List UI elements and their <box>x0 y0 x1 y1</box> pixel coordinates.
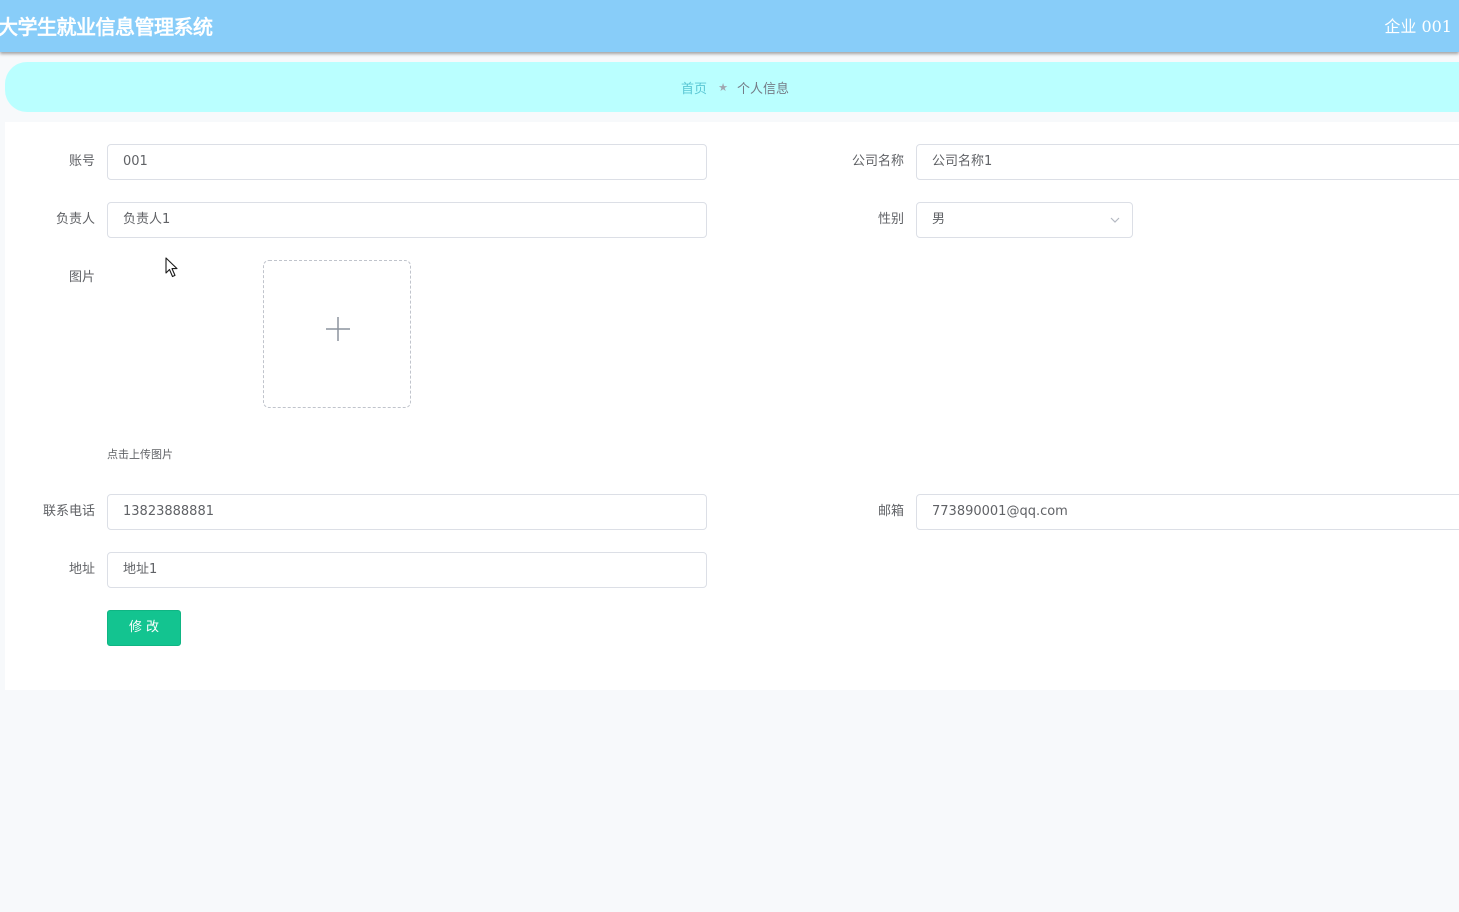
account-label: 账号 <box>68 154 95 169</box>
gender-select[interactable]: 男 <box>916 202 1133 238</box>
breadcrumb: 首页 ★ 个人信息 <box>5 62 1459 112</box>
chevron-down-icon <box>1110 217 1120 223</box>
email-input[interactable]: 773890001@qq.com <box>916 494 1459 530</box>
gender-label: 性别 <box>877 212 904 227</box>
account-input[interactable]: 001 <box>107 144 707 180</box>
mouse-pointer-icon <box>165 257 178 278</box>
manager-input[interactable]: 负责人1 <box>107 202 707 238</box>
company-name-label: 公司名称 <box>851 154 904 169</box>
app-title: 大学生就业信息管理系统 <box>0 15 213 39</box>
breadcrumb-current: 个人信息 <box>736 81 789 97</box>
current-user[interactable]: 企业 001 <box>1384 13 1452 37</box>
breadcrumb-home-link[interactable]: 首页 <box>681 78 707 97</box>
picture-label: 图片 <box>68 270 95 285</box>
top-header: 大学生就业信息管理系统 企业 001 <box>0 0 1459 52</box>
phone-input[interactable]: 13823888881 <box>107 494 707 530</box>
picture-uploader[interactable] <box>263 260 411 408</box>
plus-icon <box>326 317 350 341</box>
address-input[interactable]: 地址1 <box>107 552 707 588</box>
email-label: 邮箱 <box>877 504 904 519</box>
update-button[interactable]: 修改 <box>107 610 181 646</box>
manager-label: 负责人 <box>55 212 95 227</box>
breadcrumb-separator-icon: ★ <box>718 80 728 94</box>
gender-select-value: 男 <box>932 212 946 227</box>
phone-label: 联系电话 <box>42 504 95 519</box>
address-label: 地址 <box>68 562 95 577</box>
company-name-input[interactable]: 公司名称1 <box>916 144 1459 180</box>
upload-tip: 点击上传图片 <box>107 448 173 461</box>
